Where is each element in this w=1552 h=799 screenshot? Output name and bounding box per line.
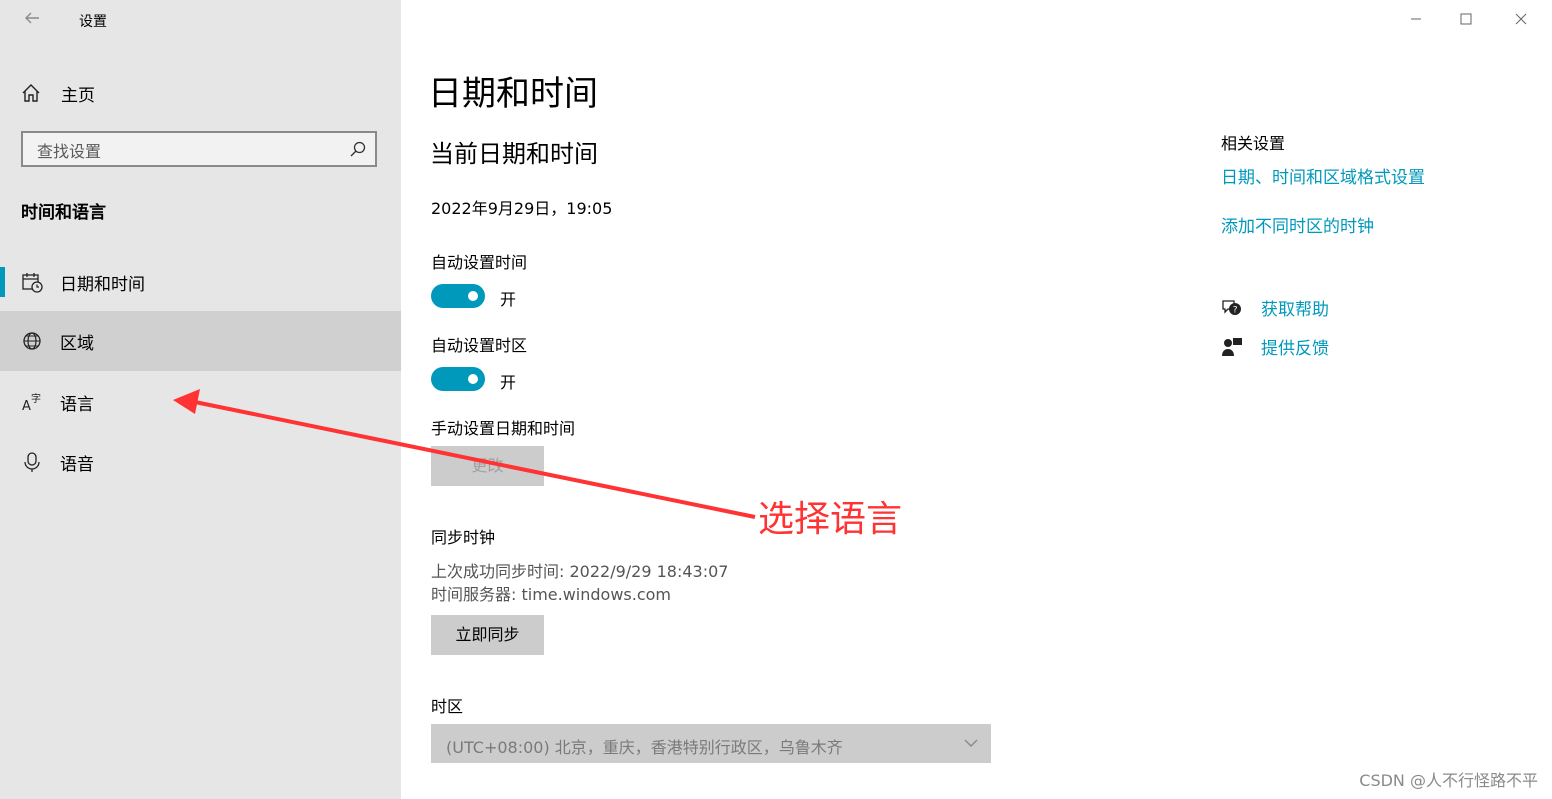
sync-title: 同步时钟 (431, 528, 496, 547)
time-server-text: 时间服务器: time.windows.com (431, 585, 672, 604)
sidebar: 设置 主页 时间和语言 日期和时间 区域 A字 语言 语音 (0, 0, 401, 799)
main-content: 日期和时间 当前日期和时间 2022年9月29日，19:05 自动设置时间 开 … (401, 0, 1552, 799)
toggle-knob (468, 374, 478, 384)
sidebar-item-datetime[interactable]: 日期和时间 (0, 252, 401, 312)
sidebar-item-label: 语音 (60, 454, 94, 475)
maximize-icon (1460, 13, 1472, 25)
microphone-icon (24, 452, 40, 472)
sidebar-item-label: 语言 (60, 394, 94, 415)
auto-timezone-state: 开 (500, 373, 517, 392)
toggle-knob (468, 291, 478, 301)
minimize-button[interactable] (1396, 5, 1436, 35)
change-button[interactable]: 更改 (431, 446, 544, 486)
sync-now-button[interactable]: 立即同步 (431, 615, 544, 655)
search-input[interactable] (35, 139, 339, 163)
back-arrow-icon[interactable] (20, 9, 44, 33)
close-icon (1515, 13, 1527, 25)
feedback-label: 提供反馈 (1261, 339, 1329, 359)
sidebar-item-home[interactable]: 主页 (20, 78, 95, 108)
svg-text:A: A (22, 399, 31, 413)
close-button[interactable] (1501, 5, 1541, 35)
timezone-label: 时区 (431, 697, 464, 716)
svg-text:?: ? (1233, 305, 1238, 315)
calendar-clock-icon (22, 273, 43, 293)
page-title: 日期和时间 (428, 74, 598, 114)
auto-time-toggle[interactable] (431, 284, 485, 308)
sidebar-item-home-label: 主页 (61, 85, 95, 106)
svg-text:字: 字 (31, 392, 41, 405)
timezone-select[interactable]: (UTC+08:00) 北京，重庆，香港特别行政区，乌鲁木齐 (431, 724, 991, 763)
get-help-link[interactable]: ? 获取帮助 (1221, 295, 1329, 320)
search-box (21, 131, 377, 167)
language-icon: A字 (22, 392, 41, 413)
globe-icon (23, 332, 41, 350)
annotation-text: 选择语言 (758, 499, 903, 540)
sidebar-item-label: 区域 (60, 333, 94, 354)
minimize-icon (1411, 18, 1421, 20)
auto-time-label: 自动设置时间 (431, 253, 528, 272)
watermark: CSDN @人不行怪路不平 (1359, 771, 1538, 790)
section-title: 时间和语言 (21, 203, 106, 223)
window-title: 设置 (79, 14, 107, 30)
auto-timezone-toggle[interactable] (431, 367, 485, 391)
help-chat-icon: ? (1222, 299, 1241, 315)
get-help-label: 获取帮助 (1261, 300, 1329, 320)
current-datetime-value: 2022年9月29日，19:05 (431, 199, 613, 218)
search-icon[interactable] (349, 140, 367, 158)
feedback-link[interactable]: 提供反馈 (1221, 334, 1329, 359)
chevron-down-icon (964, 739, 978, 747)
home-icon (22, 84, 40, 102)
add-clock-link[interactable]: 添加不同时区的时钟 (1221, 212, 1374, 237)
auto-time-state: 开 (500, 290, 517, 309)
feedback-icon (1222, 337, 1242, 356)
sidebar-item-label: 日期和时间 (60, 274, 145, 295)
sidebar-item-language[interactable]: A字 语言 (0, 372, 401, 432)
sidebar-item-region[interactable]: 区域 (0, 311, 401, 371)
last-sync-text: 上次成功同步时间: 2022/9/29 18:43:07 (431, 562, 729, 581)
timezone-value: (UTC+08:00) 北京，重庆，香港特别行政区，乌鲁木齐 (446, 738, 843, 757)
sidebar-item-speech[interactable]: 语音 (0, 432, 401, 492)
related-settings-heading: 相关设置 (1221, 134, 1286, 153)
region-format-link[interactable]: 日期、时间和区域格式设置 (1221, 163, 1425, 188)
current-datetime-heading: 当前日期和时间 (430, 140, 598, 168)
maximize-button[interactable] (1446, 5, 1486, 35)
auto-timezone-label: 自动设置时区 (431, 336, 528, 355)
manual-datetime-label: 手动设置日期和时间 (431, 419, 576, 438)
